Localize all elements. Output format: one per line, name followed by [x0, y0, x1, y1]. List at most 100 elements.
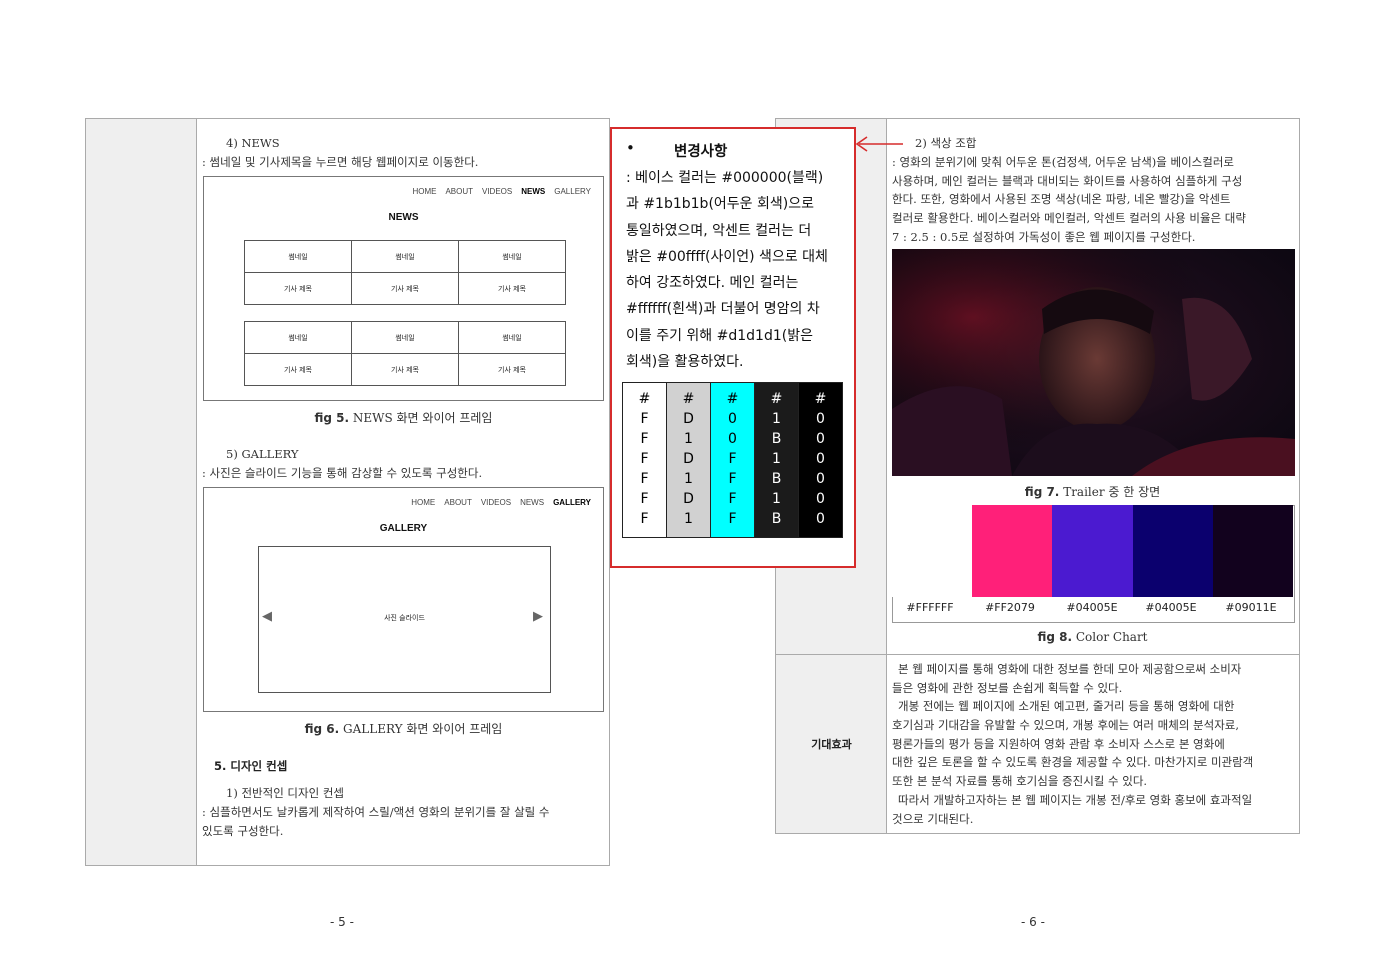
color-code-char: 0: [816, 451, 825, 467]
color-code-char: 1: [772, 451, 781, 467]
color-code-char: 1: [684, 511, 693, 527]
color-code-column-2: # D 1 D 1 D 1: [666, 382, 711, 538]
page-number-left: - 5 -: [330, 915, 354, 929]
thumbnail-cell: 썸네일: [458, 321, 566, 354]
article-title-cell: 기사 제목: [244, 272, 352, 305]
change-line-5: 하여 강조하였다. 메인 컬러는: [626, 275, 799, 292]
change-line-8: 회색)을 활용하였다.: [626, 354, 744, 371]
color-code-char: 0: [728, 431, 737, 447]
effect-line-5: 평론가들의 평가 등을 지원하여 영화 관람 후 소비자 스스로 본 영화에: [892, 737, 1225, 751]
color-code-char: 1: [772, 491, 781, 507]
news-description: : 썸네일 및 기사제목을 누르면 해당 웹페이지로 이동한다.: [202, 155, 479, 169]
color-code-char: F: [728, 471, 737, 487]
effect-line-4: 호기심과 기대감을 유발할 수 있으며, 개봉 후에는 여러 매체의 분석자료,: [892, 718, 1240, 732]
trailer-still-illustration: [892, 249, 1295, 476]
gallery-wireframe-title: GALLERY: [379, 523, 428, 534]
color-code-char: B: [771, 511, 782, 527]
nav-videos: VIDEOS: [482, 187, 513, 196]
color-code-char: D: [683, 411, 694, 427]
thumbnail-cell: 썸네일: [351, 321, 459, 354]
color-code-char: #: [814, 391, 827, 407]
effect-line-2: 들은 영화에 관한 정보를 손쉽게 획득할 수 있다.: [892, 681, 1123, 695]
color-combo-line-3: 한다. 또한, 영화에서 사용된 조명 색상(네온 파랑, 네온 빨강)을 악센…: [892, 192, 1231, 206]
article-title-cell: 기사 제목: [458, 353, 566, 386]
swatch-3: [1052, 505, 1133, 597]
thumbnail-cell: 썸네일: [458, 240, 566, 273]
gallery-wireframe: HOME ABOUT VIDEOS NEWS GALLERY GALLERY 사…: [203, 487, 604, 712]
nav-gallery: GALLERY: [553, 498, 591, 507]
nav-news: NEWS: [521, 187, 546, 196]
photo-slide-placeholder: 사진 슬라이드: [258, 546, 551, 693]
article-title-cell: 기사 제목: [458, 272, 566, 305]
nav-home: HOME: [412, 187, 437, 196]
change-line-6: #ffffff(흰색)과 더불어 명암의 차: [626, 301, 820, 318]
change-body: : 베이스 컬러는 #000000(블랙) 과 #1b1b1b(어두운 회색)으…: [626, 165, 842, 375]
fig7-number: fig 7.: [1024, 485, 1060, 499]
color-code-column-5: #0 0 0 0 0 0: [798, 382, 843, 538]
color-combo-line-5: 7 : 2.5 : 0.5로 설정하여 가독성이 좋은 웹 페이지를 구성한다.: [892, 230, 1196, 244]
fig6-number: fig 6.: [304, 722, 340, 736]
fig8-number: fig 8.: [1037, 630, 1073, 644]
gallery-description: : 사진은 슬라이드 기능을 통해 감상할 수 있도록 구성한다.: [202, 466, 483, 480]
nav-gallery: GALLERY: [554, 187, 591, 196]
fig5-text: NEWS 화면 와이어 프레임: [349, 411, 493, 425]
effect-line-3: 개봉 전에는 웹 페이지에 소개된 예고편, 줄거리 등을 통해 영화에 대한: [898, 699, 1235, 713]
article-title-cell: 기사 제목: [244, 353, 352, 386]
change-line-3: 통일하였으며, 악센트 컬러는 더: [626, 222, 812, 239]
color-code-char: D: [683, 491, 694, 507]
article-title-cell: 기사 제목: [351, 272, 459, 305]
color-code-char: 1: [684, 431, 693, 447]
color-code-char: B: [771, 471, 782, 487]
color-code-char: #: [638, 391, 651, 407]
effect-line-6: 대한 깊은 토론을 할 수 있도록 환경을 제공할 수 있다. 마찬가지로 미관…: [892, 755, 1254, 769]
color-code-char: F: [640, 511, 649, 527]
color-code-char: B: [771, 431, 782, 447]
gallery-heading: 5) GALLERY: [226, 447, 299, 461]
color-code-char: F: [728, 491, 737, 507]
fig8-text: Color Chart: [1072, 630, 1148, 644]
color-combo-heading: 2) 색상 조합: [915, 136, 977, 150]
fig5-caption: fig 5. NEWS 화면 와이어 프레임: [203, 409, 604, 426]
fig7-caption: fig 7. Trailer 중 한 장면: [891, 483, 1294, 500]
fig8-caption: fig 8. Color Chart: [891, 630, 1294, 644]
arrow-right-icon: ▶: [533, 609, 543, 624]
nav-home: HOME: [411, 498, 436, 507]
swatch-3-label: #04005E: [1066, 601, 1118, 614]
nav-about: ABOUT: [444, 498, 472, 507]
fig5-number: fig 5.: [314, 411, 350, 425]
nav-news: NEWS: [520, 498, 545, 507]
news-wireframe-title: NEWS: [388, 212, 419, 223]
arrow-left-icon: ◀: [262, 609, 272, 624]
pointer-arrow-icon: [855, 136, 903, 152]
slide-label: 사진 슬라이드: [384, 614, 425, 622]
color-code-column-4: #1 B 1 B 1 B: [754, 382, 799, 538]
color-code-char: 0: [728, 411, 737, 427]
nav-videos: VIDEOS: [480, 498, 512, 507]
change-bullet: •: [626, 139, 635, 157]
color-code-char: #: [770, 391, 783, 407]
change-title: 변경사항: [674, 144, 728, 160]
section-5-title: 5. 디자인 컨셉: [214, 759, 288, 773]
fig6-text: GALLERY 화면 와이어 프레임: [339, 722, 503, 736]
color-code-char: 0: [816, 511, 825, 527]
swatch-2: [972, 505, 1052, 597]
change-line-4: 밝은 #00ffff(사이언) 색으로 대체: [626, 248, 828, 265]
article-title-cell: 기사 제목: [351, 353, 459, 386]
color-code-column-3: #0 0 F F F F: [710, 382, 755, 538]
color-code-char: 0: [816, 471, 825, 487]
color-code-char: F: [640, 491, 649, 507]
new-color-table: # F F F F F F # D 1 D 1 D 1 #0 0 F F F F #1 B 1 B 1 B #0 0 0 0 0 0: [622, 382, 843, 538]
color-code-char: F: [728, 511, 737, 527]
color-combo-line-1: : 영화의 분위기에 맞춰 어두운 톤(검정색, 어두운 남색)을 베이스컬러로: [892, 155, 1234, 169]
news-wireframe-nav: HOME ABOUT VIDEOS NEWS GALLERY: [412, 187, 591, 196]
news-grid-2: 썸네일 썸네일 썸네일 기사 제목 기사 제목 기사 제목: [244, 321, 566, 386]
color-code-char: D: [683, 451, 694, 467]
effect-line-9: 것으로 기대된다.: [892, 812, 974, 826]
row-divider: [776, 654, 1299, 655]
news-wireframe: HOME ABOUT VIDEOS NEWS GALLERY NEWS 썸네일 …: [203, 176, 604, 401]
swatch-5-label: #09011E: [1225, 601, 1277, 614]
design-concept-line-2: 있도록 구성한다.: [202, 824, 284, 838]
effect-line-7: 또한 본 분석 자료를 통해 호기심을 증진시킬 수 있다.: [892, 774, 1148, 788]
swatch-1: [892, 505, 972, 597]
swatch-5: [1213, 505, 1293, 597]
